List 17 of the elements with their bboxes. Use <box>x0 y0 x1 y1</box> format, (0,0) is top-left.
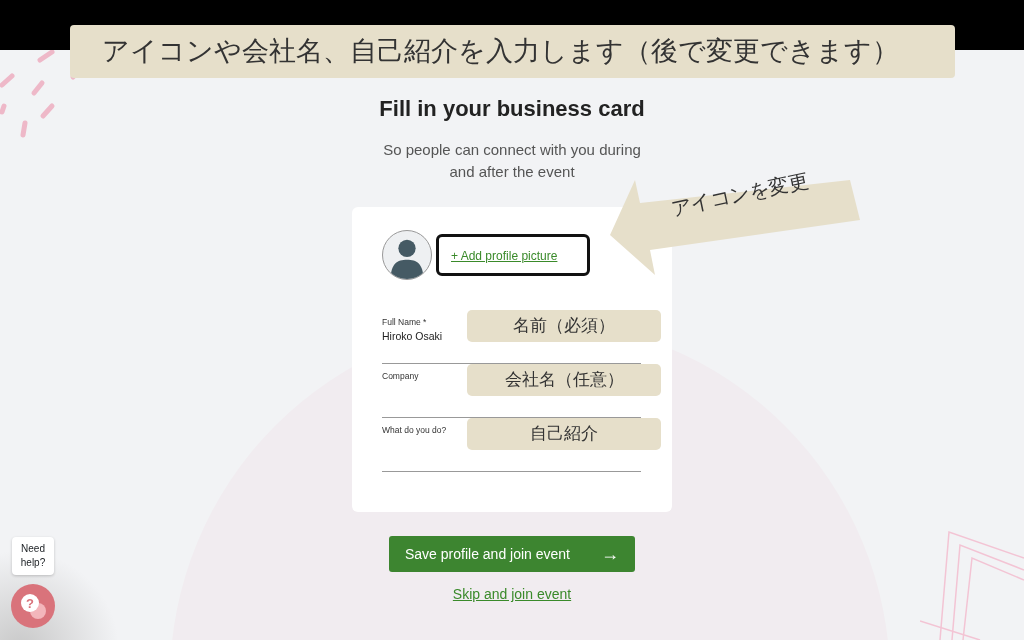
field-value[interactable]: Hiroko Osaki <box>382 329 467 345</box>
page-title: Fill in your business card <box>378 96 646 123</box>
annotation-note: 名前（必須） <box>467 310 661 343</box>
field-label: Company <box>382 370 420 384</box>
annotation-note: 会社名（任意） <box>467 364 661 397</box>
callout-text: アイコンを変更 <box>668 167 812 222</box>
add-picture-link[interactable]: + Add profile picture <box>451 249 558 264</box>
subtitle: So people can connect with you during and after the event <box>382 140 642 183</box>
help-bubble: Need help? <box>12 537 54 575</box>
field-label: What do you do? <box>382 424 448 438</box>
skip-link[interactable]: Skip and join event <box>452 584 572 606</box>
avatar-icon <box>382 230 432 281</box>
save-join-button[interactable]: Save profile and join event → <box>389 536 635 573</box>
annotation-note: 自己紹介 <box>467 418 661 451</box>
chat-bubbles-icon <box>21 594 46 619</box>
field-label: Full Name * <box>382 316 428 330</box>
caption-banner: アイコンや会社名、自己紹介を入力します（後で変更できます） <box>70 25 955 78</box>
